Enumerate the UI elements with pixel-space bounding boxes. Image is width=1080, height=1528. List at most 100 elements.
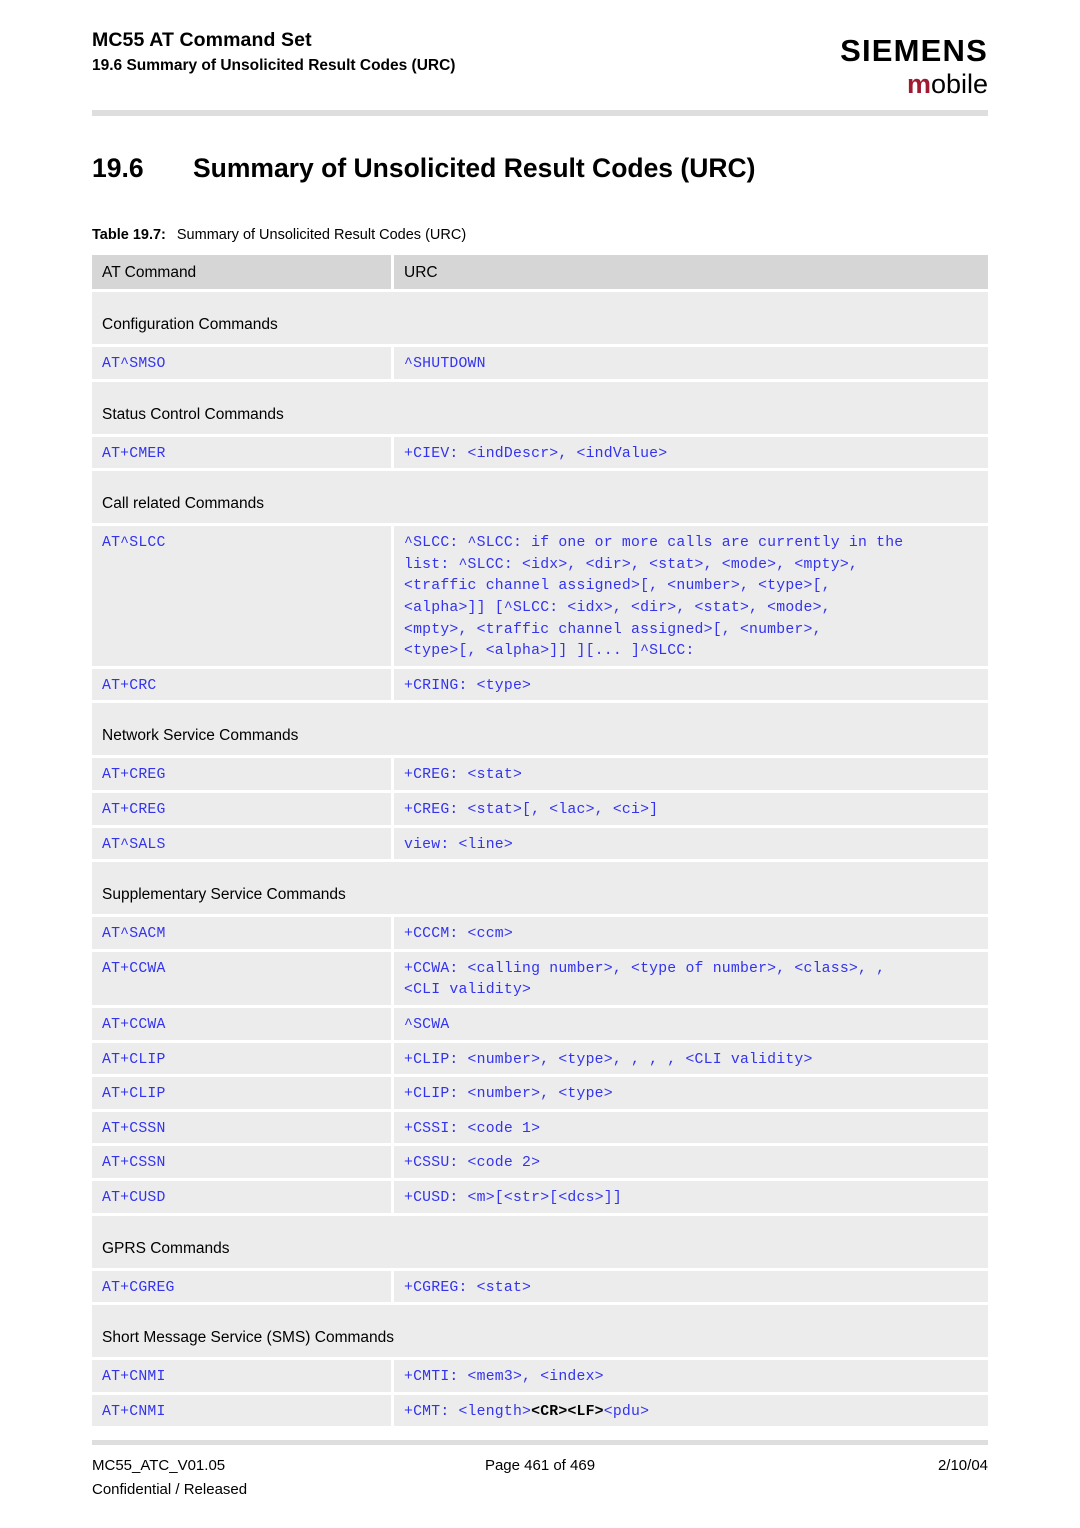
table-section-row: Configuration Commands	[92, 292, 988, 347]
table-section-row: Status Control Commands	[92, 381, 988, 437]
at-command-cell: AT+CRC	[92, 669, 391, 704]
at-command-text: AT+CCWA	[102, 1016, 166, 1033]
at-command-text: AT+CCWA	[102, 960, 166, 977]
page-title: 19.6 Summary of Unsolicited Result Codes …	[92, 152, 988, 184]
at-command-cell: AT+CNMI	[92, 1395, 391, 1430]
urc-cell: +CSSI: <code 1>	[394, 1112, 988, 1147]
at-command-text: AT+CRC	[102, 677, 157, 694]
table-row: AT+CMER +CIEV: <indDescr>, <indValue>	[92, 436, 988, 472]
section-heading-label: Configuration Commands	[102, 316, 278, 333]
urc-text-part: +CMT: <length>	[404, 1403, 532, 1420]
urc-cell: +CLIP: <number>, <type>	[394, 1077, 988, 1112]
at-command-text: AT^SACM	[102, 926, 166, 943]
mobile-wordmark-rest: obile	[930, 69, 988, 99]
at-command-cell: AT+CMER	[92, 437, 391, 472]
table-row: AT^SALS view: <line>	[92, 827, 988, 863]
table-section-row: Supplementary Service Commands	[92, 862, 988, 918]
at-command-text: AT+CSSN	[102, 1120, 166, 1137]
urc-cell: +CRING: <type>	[394, 669, 988, 704]
document-page: MC55 AT Command Set 19.6 Summary of Unso…	[0, 0, 1080, 1528]
section-heading-label: Status Control Commands	[102, 405, 284, 423]
urc-cell: +CCCM: <ccm>	[394, 917, 988, 952]
urc-text: +CCCM: <ccm>	[404, 926, 513, 943]
footer-classification: Confidential / Released	[92, 1481, 248, 1498]
section-heading: GPRS Commands	[92, 1216, 982, 1265]
urc-cell: view: <line>	[394, 828, 988, 863]
urc-text: ^SCWA	[404, 1016, 450, 1033]
header-rule	[92, 110, 988, 116]
urc-text: ^SLCC: ^SLCC: if one or more calls are c…	[404, 535, 904, 660]
at-command-cell: AT^SMSO	[92, 347, 391, 382]
siemens-mobile-logo: SIEMENS mobile	[688, 33, 988, 100]
urc-text: +CMTI: <mem3>, <index>	[404, 1369, 604, 1386]
urc-text: +CGREG: <stat>	[404, 1279, 532, 1296]
at-command-cell: AT+CNMI	[92, 1360, 391, 1395]
header-section-line: 19.6 Summary of Unsolicited Result Codes…	[92, 57, 456, 74]
section-heading-label: Short Message Service (SMS) Commands	[102, 1329, 395, 1347]
table-row: AT+CRC +CRING: <type>	[92, 668, 988, 704]
table-row: AT+CREG +CREG: <stat>	[92, 758, 988, 793]
footer-rule	[92, 1440, 988, 1445]
page-title-number: 19.6	[92, 153, 144, 183]
at-command-text: AT+CNMI	[102, 1369, 166, 1386]
section-heading: Short Message Service (SMS) Commands	[92, 1305, 982, 1354]
page-title-text: Summary of Unsolicited Result Codes (URC…	[193, 153, 756, 183]
table-row: AT+CCWA +CCWA: <calling number>, <type of…	[92, 951, 988, 1008]
at-command-cell: AT^SLCC	[92, 526, 391, 561]
at-command-text: AT+CSSN	[102, 1155, 166, 1172]
at-command-text: AT^SALS	[102, 836, 166, 853]
urc-cell: +CLIP: <number>, <type>, , , , <CLI vali…	[394, 1043, 988, 1078]
urc-text: +CRING: <type>	[404, 677, 532, 694]
header-titles: MC55 AT Command Set 19.6 Summary of Unso…	[92, 28, 455, 76]
page-header: MC55 AT Command Set 19.6 Summary of Unso…	[92, 28, 988, 108]
at-command-text: AT^SMSO	[102, 356, 166, 372]
urc-cell: +CMT: <length><CR><LF><pdu>	[394, 1395, 988, 1430]
urc-text: +CLIP: <number>, <type>	[404, 1086, 613, 1103]
mobile-wordmark: mobile	[688, 69, 988, 99]
urc-text: +CREG: <stat>[, <lac>, <ci>]	[404, 801, 659, 818]
urc-text: +CMT: <length><CR><LF><pdu>	[404, 1404, 649, 1420]
table-section-row: Short Message Service (SMS) Commands	[92, 1305, 988, 1361]
section-heading-label: Call related Commands	[102, 495, 264, 513]
urc-text-part: <pdu>	[603, 1403, 650, 1420]
table-row: AT+CCWA ^SCWA	[92, 1007, 988, 1043]
table-section-row: Network Service Commands	[92, 703, 988, 759]
table-header-row: AT Command URC	[92, 255, 988, 292]
table-row: AT^SACM +CCCM: <ccm>	[92, 917, 988, 952]
urc-text: +CUSD: <m>[<str>[<dcs>]]	[404, 1189, 622, 1206]
at-command-text: AT+CREG	[102, 767, 166, 784]
urc-cell: +CSSU: <code 2>	[394, 1146, 988, 1181]
urc-text: +CLIP: <number>, <type>, , , , <CLI vali…	[404, 1051, 813, 1068]
document-title: MC55 AT Command Set	[92, 29, 312, 51]
urc-text: +CREG: <stat>	[404, 767, 523, 784]
column-header-label: AT Command	[102, 264, 197, 281]
table-section-row: GPRS Commands	[92, 1215, 988, 1271]
section-heading: Status Control Commands	[92, 382, 982, 431]
urc-cell: ^SHUTDOWN	[394, 347, 988, 382]
section-heading-label: GPRS Commands	[102, 1239, 230, 1257]
urc-table: AT Command URC Configuration Commands AT^SM…	[92, 255, 988, 1430]
siemens-wordmark: SIEMENS	[840, 33, 988, 68]
table-row: AT^SLCC ^SLCC: ^SLCC: if one or more call…	[92, 526, 988, 669]
table-row: AT+CGREG +CGREG: <stat>	[92, 1270, 988, 1306]
at-command-cell: AT+CCWA	[92, 1008, 391, 1043]
footer-date: 2/10/04	[937, 1457, 988, 1474]
urc-cell: +CMTI: <mem3>, <index>	[394, 1360, 988, 1395]
table-row: AT+CSSN +CSSI: <code 1>	[92, 1111, 988, 1147]
table-row: AT+CLIP +CLIP: <number>, <type>	[92, 1077, 988, 1112]
table-caption-label: Table 19.7:	[92, 227, 166, 243]
urc-text: +CSSI: <code 1>	[404, 1120, 541, 1137]
urc-cell: ^SLCC: ^SLCC: if one or more calls are c…	[394, 526, 988, 669]
at-command-cell: AT+CLIP	[92, 1043, 391, 1078]
section-heading: Network Service Commands	[92, 703, 982, 752]
at-command-cell: AT+CGREG	[92, 1271, 391, 1306]
mobile-wordmark-m: m	[906, 69, 931, 99]
at-command-cell: AT^SALS	[92, 828, 391, 863]
at-command-text: AT+CREG	[102, 801, 166, 818]
urc-text: view: <line>	[404, 836, 513, 853]
section-heading: Supplementary Service Commands	[92, 862, 982, 911]
table-section-row: Call related Commands	[92, 471, 988, 527]
section-heading-label: Network Service Commands	[102, 727, 299, 745]
at-command-text: AT+CMER	[102, 445, 166, 462]
at-command-cell: AT+CREG	[92, 793, 391, 828]
